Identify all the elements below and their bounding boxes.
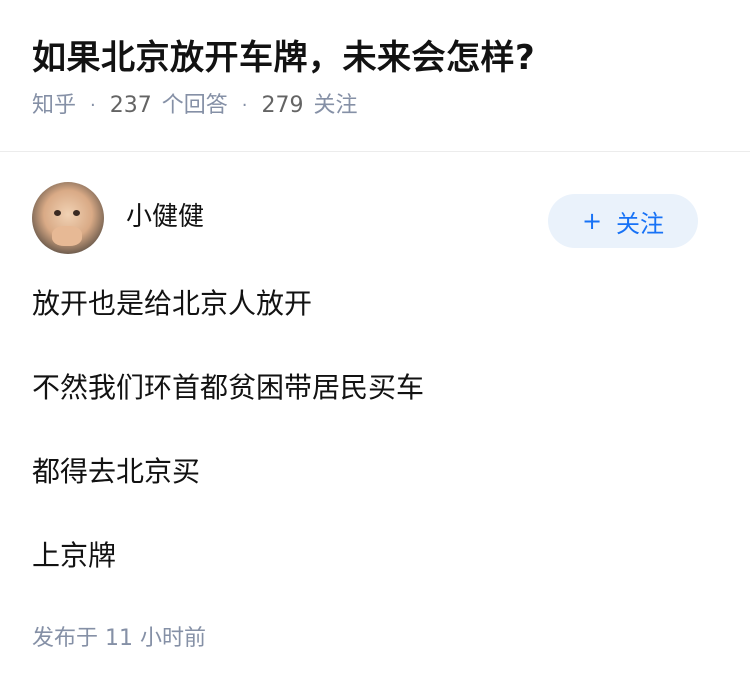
- source-label[interactable]: 知乎: [32, 90, 76, 122]
- author-name[interactable]: 小健健: [126, 200, 204, 234]
- follow-button-label: 关注: [616, 209, 665, 238]
- answer-paragraph: 都得去北京买: [32, 455, 201, 488]
- question-header: 如果北京放开车牌，未来会怎样? 知乎 · 237 个回答 · 279 关注: [0, 0, 750, 118]
- separator-dot: ·: [90, 95, 96, 116]
- question-title[interactable]: 如果北京放开车牌，未来会怎样?: [32, 34, 718, 82]
- answer-count-label[interactable]: 个回答: [162, 90, 228, 122]
- avatar-eye: [73, 210, 80, 216]
- avatar-eye: [54, 210, 61, 216]
- author-row: 小健健 + 关注: [32, 182, 718, 282]
- post-time: 发布于 11 小时前: [32, 626, 206, 651]
- follow-count-label: 关注: [313, 93, 358, 118]
- follow-count: 279: [261, 93, 304, 118]
- plus-icon: +: [581, 207, 603, 235]
- avatar[interactable]: [32, 182, 104, 254]
- divider: [0, 151, 750, 152]
- separator-dot: ·: [241, 95, 248, 116]
- question-meta: 知乎 · 237 个回答 · 279 关注: [32, 90, 718, 122]
- answer-paragraph: 不然我们环首都贫困带居民买车: [32, 371, 425, 404]
- answer-count: 237: [109, 93, 152, 118]
- answer-body: 放开也是给北京人放开 不然我们环首都贫困带居民买车 都得去北京买 上京牌: [32, 282, 718, 576]
- answer-paragraph: 放开也是给北京人放开: [32, 287, 313, 320]
- avatar-hand: [52, 226, 82, 246]
- follow-button[interactable]: + 关注: [548, 194, 698, 248]
- answer-paragraph: 上京牌: [32, 539, 117, 572]
- answer-card: 小健健 + 关注 放开也是给北京人放开 不然我们环首都贫困带居民买车 都得去北京…: [0, 182, 750, 654]
